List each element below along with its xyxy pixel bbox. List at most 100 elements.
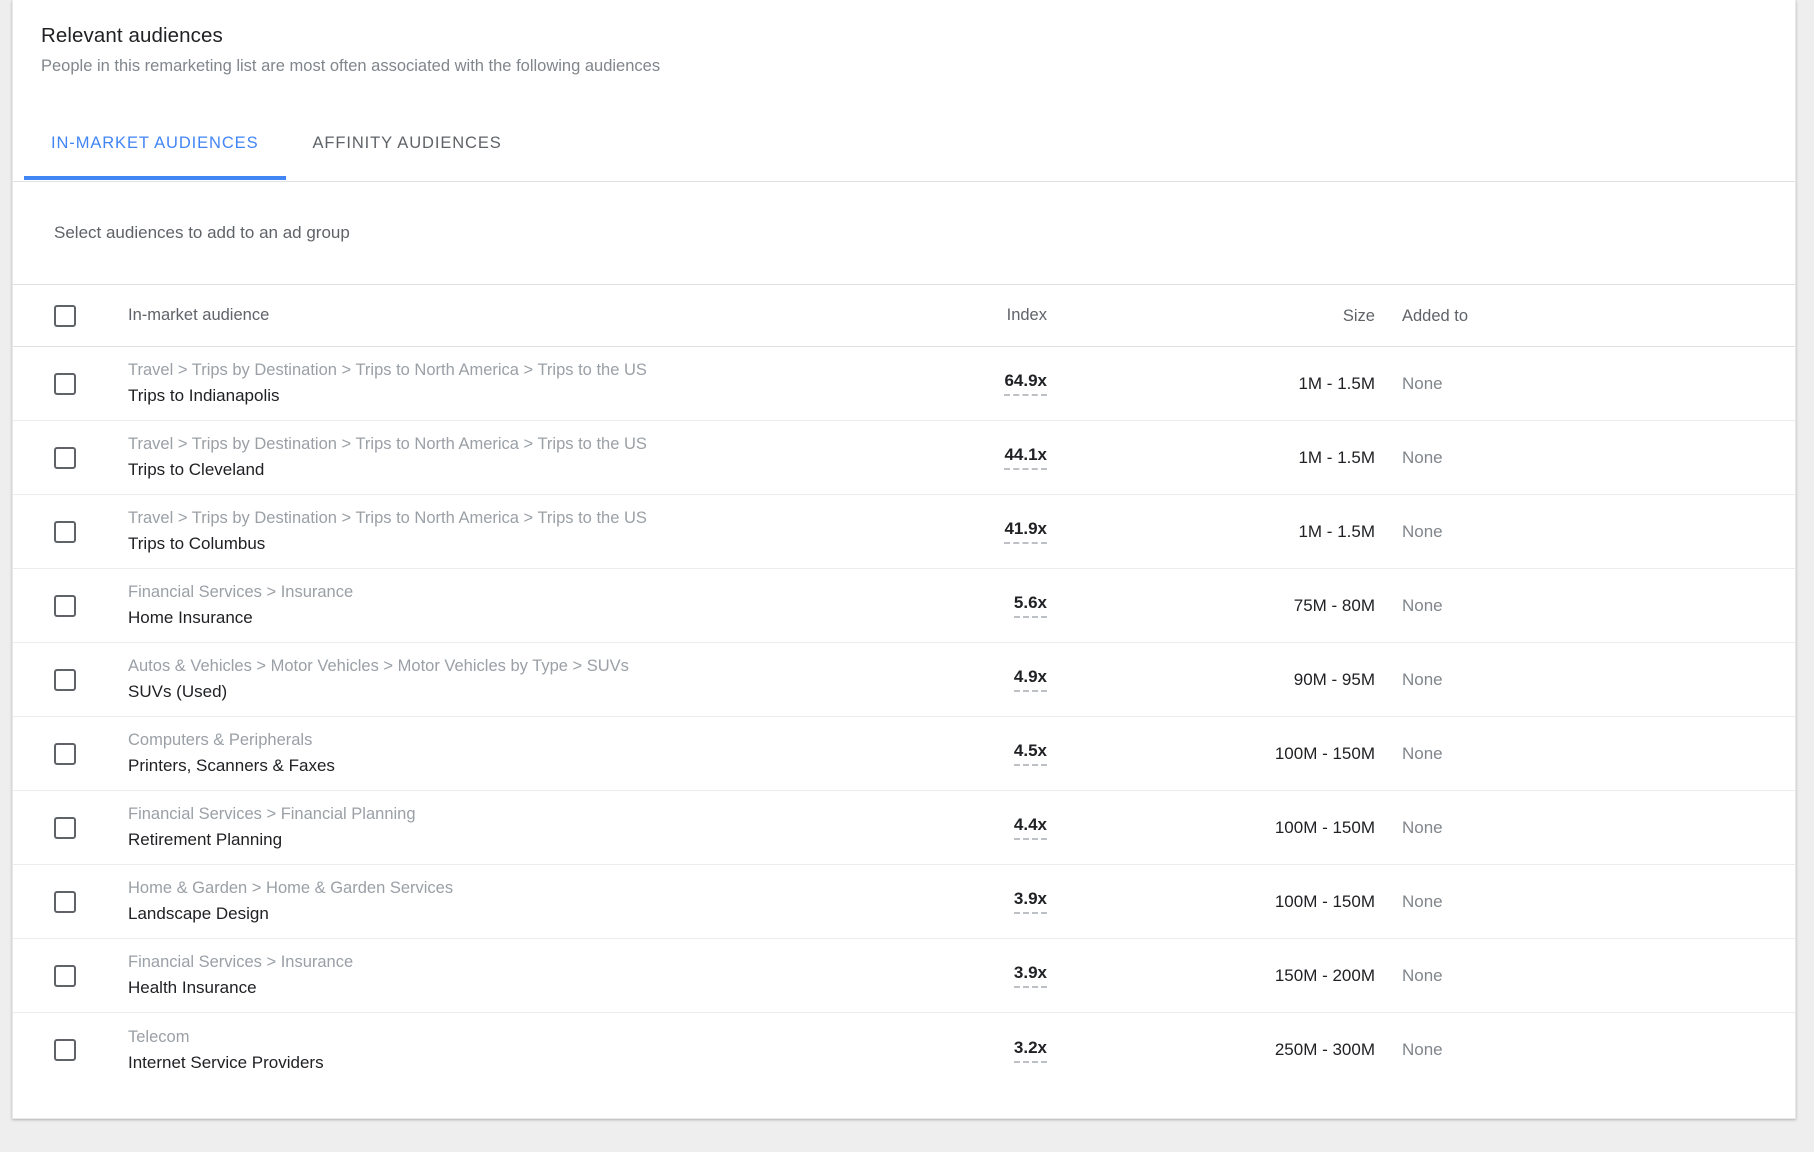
row-size-cell: 100M - 150M	[1085, 818, 1375, 838]
row-size-value: 75M - 80M	[1293, 595, 1375, 615]
row-audience-name: Home Insurance	[128, 608, 253, 627]
column-header-added-to: Added to	[1402, 306, 1469, 325]
row-size-cell: 75M - 80M	[1085, 596, 1375, 616]
row-size-value: 100M - 150M	[1274, 743, 1375, 763]
row-added-to-cell: None	[1375, 1040, 1775, 1060]
row-index-value[interactable]: 44.1x	[1004, 445, 1047, 470]
row-size-value: 100M - 150M	[1274, 891, 1375, 911]
row-size-cell: 150M - 200M	[1085, 966, 1375, 986]
row-audience-cell: Computers & Peripherals Printers, Scanne…	[128, 729, 835, 778]
row-index-value[interactable]: 4.5x	[1013, 741, 1047, 766]
row-added-to-value: None	[1402, 373, 1443, 393]
row-index-value[interactable]: 3.9x	[1013, 889, 1047, 914]
row-size-cell: 100M - 150M	[1085, 744, 1375, 764]
row-checkbox[interactable]	[54, 1039, 76, 1061]
table-row[interactable]: Autos & Vehicles > Motor Vehicles > Moto…	[13, 643, 1795, 717]
row-index-cell: 44.1x	[835, 445, 1085, 470]
row-audience-name: Printers, Scanners & Faxes	[128, 756, 335, 775]
row-size-value: 1M - 1.5M	[1298, 373, 1375, 393]
row-select-cell	[54, 742, 128, 765]
row-index-cell: 41.9x	[835, 519, 1085, 544]
row-added-to-value: None	[1402, 743, 1443, 763]
row-breadcrumb: Autos & Vehicles > Motor Vehicles > Moto…	[128, 657, 629, 675]
row-checkbox[interactable]	[54, 594, 76, 617]
row-audience-name: Health Insurance	[128, 978, 257, 997]
row-added-to-value: None	[1402, 1040, 1443, 1059]
row-audience-name: Internet Service Providers	[128, 1052, 324, 1072]
tab-affinity-audiences[interactable]: AFFINITY AUDIENCES	[286, 106, 529, 180]
row-index-cell: 3.9x	[835, 963, 1085, 988]
row-audience-cell: Travel > Trips by Destination > Trips to…	[128, 433, 835, 482]
row-audience-cell: Financial Services > Financial Planning …	[128, 803, 835, 852]
row-breadcrumb: Financial Services > Insurance	[128, 583, 354, 601]
row-index-cell: 4.4x	[835, 815, 1085, 840]
row-index-value[interactable]: 4.4x	[1013, 815, 1047, 840]
row-checkbox[interactable]	[54, 372, 76, 395]
column-header-size: Size	[1342, 306, 1375, 325]
row-index-value[interactable]: 5.6x	[1013, 593, 1047, 618]
table-body: Travel > Trips by Destination > Trips to…	[13, 347, 1795, 1087]
row-size-cell: 1M - 1.5M	[1085, 374, 1375, 394]
row-checkbox[interactable]	[54, 964, 76, 987]
table-row[interactable]: Financial Services > Insurance Home Insu…	[13, 569, 1795, 643]
row-select-cell	[54, 964, 128, 987]
row-added-to-cell: None	[1375, 522, 1775, 542]
row-select-cell	[54, 1039, 128, 1061]
row-audience-cell: Telecom Internet Service Providers	[128, 1026, 835, 1075]
row-size-cell: 100M - 150M	[1085, 892, 1375, 912]
table-row[interactable]: Financial Services > Insurance Health In…	[13, 939, 1795, 1013]
row-breadcrumb: Travel > Trips by Destination > Trips to…	[128, 509, 647, 527]
row-index-value[interactable]: 3.2x	[1013, 1038, 1047, 1063]
row-select-cell	[54, 372, 128, 395]
row-size-value: 100M - 150M	[1274, 817, 1375, 837]
row-checkbox[interactable]	[54, 816, 76, 839]
row-added-to-cell: None	[1375, 374, 1775, 394]
row-size-value: 90M - 95M	[1293, 669, 1375, 689]
row-checkbox[interactable]	[54, 742, 76, 765]
row-index-value[interactable]: 64.9x	[1004, 371, 1047, 396]
row-index-value[interactable]: 41.9x	[1004, 519, 1047, 544]
row-added-to-cell: None	[1375, 744, 1775, 764]
row-checkbox[interactable]	[54, 446, 76, 469]
table-row[interactable]: Financial Services > Financial Planning …	[13, 791, 1795, 865]
select-all-cell	[54, 304, 128, 327]
column-header-index: Index	[1006, 306, 1047, 324]
column-header-size-cell: Size	[1085, 306, 1375, 326]
tab-in-market-audiences[interactable]: IN-MARKET AUDIENCES	[24, 106, 286, 180]
row-added-to-cell: None	[1375, 448, 1775, 468]
row-checkbox[interactable]	[54, 890, 76, 913]
row-added-to-cell: None	[1375, 892, 1775, 912]
table-row[interactable]: Travel > Trips by Destination > Trips to…	[13, 495, 1795, 569]
row-added-to-cell: None	[1375, 596, 1775, 616]
row-checkbox[interactable]	[54, 668, 76, 691]
table-row[interactable]: Telecom Internet Service Providers 3.2x …	[13, 1013, 1795, 1087]
row-index-value[interactable]: 4.9x	[1013, 667, 1047, 692]
row-index-cell: 3.9x	[835, 889, 1085, 914]
row-index-value[interactable]: 3.9x	[1013, 963, 1047, 988]
row-added-to-cell: None	[1375, 670, 1775, 690]
tab-affinity-audiences-label: AFFINITY AUDIENCES	[312, 134, 502, 152]
select-audiences-hint: Select audiences to add to an ad group	[54, 223, 350, 242]
row-select-cell	[54, 520, 128, 543]
select-all-checkbox[interactable]	[54, 304, 76, 327]
row-breadcrumb: Travel > Trips by Destination > Trips to…	[128, 435, 647, 453]
row-added-to-value: None	[1402, 817, 1443, 837]
column-header-audience: In-market audience	[128, 306, 270, 324]
row-audience-cell: Home & Garden > Home & Garden Services L…	[128, 877, 835, 926]
table-row[interactable]: Travel > Trips by Destination > Trips to…	[13, 347, 1795, 421]
table-row[interactable]: Home & Garden > Home & Garden Services L…	[13, 865, 1795, 939]
row-index-cell: 4.5x	[835, 741, 1085, 766]
row-audience-name: Retirement Planning	[128, 830, 283, 849]
column-header-added-to-cell: Added to	[1375, 306, 1775, 326]
row-added-to-value: None	[1402, 965, 1443, 985]
row-breadcrumb: Financial Services > Insurance	[128, 953, 354, 971]
row-index-cell: 4.9x	[835, 667, 1085, 692]
row-checkbox[interactable]	[54, 520, 76, 543]
row-index-cell: 64.9x	[835, 371, 1085, 396]
table-row[interactable]: Travel > Trips by Destination > Trips to…	[13, 421, 1795, 495]
table-row[interactable]: Computers & Peripherals Printers, Scanne…	[13, 717, 1795, 791]
audiences-table: In-market audience Index Size Added to T…	[13, 285, 1795, 1087]
row-added-to-value: None	[1402, 595, 1443, 615]
row-audience-cell: Autos & Vehicles > Motor Vehicles > Moto…	[128, 655, 835, 704]
row-select-cell	[54, 668, 128, 691]
